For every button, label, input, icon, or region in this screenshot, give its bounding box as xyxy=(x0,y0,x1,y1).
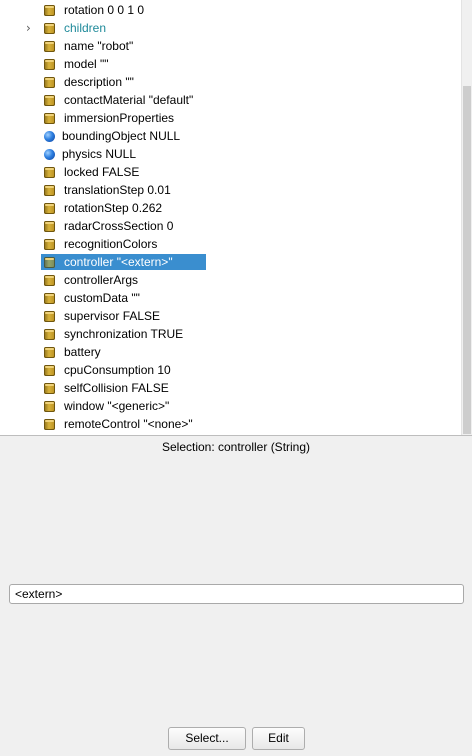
tree-row[interactable]: immersionProperties xyxy=(0,109,461,127)
tree-row[interactable]: locked FALSE xyxy=(0,163,461,181)
field-cylinder-icon xyxy=(44,59,55,70)
field-cylinder-icon xyxy=(44,419,55,430)
tree-row-label: battery xyxy=(64,345,101,359)
field-cylinder-icon xyxy=(44,113,55,124)
field-cylinder-icon xyxy=(44,77,55,88)
tree-row-label: remoteControl "<none>" xyxy=(64,417,193,431)
field-cylinder-icon xyxy=(44,257,55,268)
field-cylinder-icon xyxy=(44,311,55,322)
tree-row[interactable]: synchronization TRUE xyxy=(0,325,461,343)
tree-row-label: radarCrossSection 0 xyxy=(64,219,174,233)
tree-row[interactable]: radarCrossSection 0 xyxy=(0,217,461,235)
field-cylinder-icon xyxy=(44,383,55,394)
tree-row-label: children xyxy=(64,21,107,35)
tree-row[interactable]: boundingObject NULL xyxy=(0,127,461,145)
tree-row[interactable]: rotation 0 0 1 0 xyxy=(0,1,461,19)
tree-row[interactable]: battery xyxy=(0,343,461,361)
tree-row[interactable]: cpuConsumption 10 xyxy=(0,361,461,379)
tree-row[interactable]: remoteControl "<none>" xyxy=(0,415,461,433)
tree-row[interactable]: selfCollision FALSE xyxy=(0,379,461,397)
tree-row-label: contactMaterial "default" xyxy=(64,93,194,107)
scene-tree-panel: rotation 0 0 1 0 › children name "robot" mod… xyxy=(0,0,472,436)
tree-row-label: recognitionColors xyxy=(64,237,158,251)
tree-row-label: customData "" xyxy=(64,291,140,305)
tree-row[interactable]: supervisor FALSE xyxy=(0,307,461,325)
tree-scrollbar[interactable] xyxy=(461,0,472,435)
tree-row-label: cpuConsumption 10 xyxy=(64,363,171,377)
field-cylinder-icon xyxy=(44,5,55,16)
tree-row-label: translationStep 0.01 xyxy=(64,183,171,197)
tree-row[interactable]: translationStep 0.01 xyxy=(0,181,461,199)
field-editor-window: rotation 0 0 1 0 › children name "robot" mod… xyxy=(0,0,472,756)
tree-row[interactable]: › children xyxy=(0,19,461,37)
tree-row[interactable]: description "" xyxy=(0,73,461,91)
tree-row[interactable]: controllerArgs xyxy=(0,271,461,289)
tree-row[interactable]: customData "" xyxy=(0,289,461,307)
string-value-field[interactable] xyxy=(9,584,464,604)
tree-row[interactable]: window "<generic>" xyxy=(0,397,461,415)
tree-row-label: rotationStep 0.262 xyxy=(64,201,163,215)
field-cylinder-icon xyxy=(44,365,55,376)
select-button[interactable]: Select... xyxy=(168,727,246,750)
tree-row-selected[interactable]: controller "<extern>" xyxy=(0,253,461,271)
tree-row-label: name "robot" xyxy=(64,39,134,53)
node-sphere-icon xyxy=(44,131,55,142)
field-cylinder-icon xyxy=(44,329,55,340)
tree-row-label: physics NULL xyxy=(62,147,137,161)
tree-row[interactable]: name "robot" xyxy=(0,37,461,55)
tree-row-label: description "" xyxy=(64,75,134,89)
field-cylinder-icon xyxy=(44,293,55,304)
tree-row-label: model "" xyxy=(64,57,109,71)
field-cylinder-icon xyxy=(44,95,55,106)
expand-arrow-icon[interactable]: › xyxy=(26,19,36,37)
field-cylinder-icon xyxy=(44,401,55,412)
tree-row-label: rotation 0 0 1 0 xyxy=(64,3,145,17)
field-cylinder-icon xyxy=(44,185,55,196)
node-sphere-icon xyxy=(44,149,55,160)
field-cylinder-icon xyxy=(44,23,55,34)
tree-row[interactable]: contactMaterial "default" xyxy=(0,91,461,109)
tree-row[interactable]: rotationStep 0.262 xyxy=(0,199,461,217)
tree-row-label: selfCollision FALSE xyxy=(64,381,169,395)
edit-button[interactable]: Edit xyxy=(252,727,305,750)
field-cylinder-icon xyxy=(44,221,55,232)
tree-row-label: window "<generic>" xyxy=(64,399,170,413)
tree-row-label: supervisor FALSE xyxy=(64,309,161,323)
field-cylinder-icon xyxy=(44,203,55,214)
tree-row[interactable]: physics NULL xyxy=(0,145,461,163)
field-cylinder-icon xyxy=(44,239,55,250)
tree-row-label: synchronization TRUE xyxy=(64,327,184,341)
tree-row-label: controller "<extern>" xyxy=(64,255,173,269)
field-cylinder-icon xyxy=(44,347,55,358)
tree-row-label: controllerArgs xyxy=(64,273,139,287)
scrollbar-thumb[interactable] xyxy=(463,86,471,434)
tree-row[interactable]: model "" xyxy=(0,55,461,73)
tree-row-label: immersionProperties xyxy=(64,111,175,125)
selection-title: Selection: controller (String) xyxy=(161,440,311,454)
tree-row-label: boundingObject NULL xyxy=(62,129,181,143)
field-cylinder-icon xyxy=(44,41,55,52)
scene-tree-list: rotation 0 0 1 0 › children name "robot" mod… xyxy=(0,1,461,433)
tree-row[interactable]: recognitionColors xyxy=(0,235,461,253)
tree-row-label: locked FALSE xyxy=(64,165,140,179)
field-cylinder-icon xyxy=(44,275,55,286)
field-cylinder-icon xyxy=(44,167,55,178)
